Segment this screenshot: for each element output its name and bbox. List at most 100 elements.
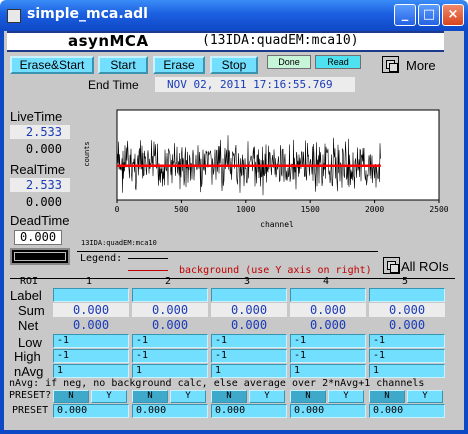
navg-note: nAvg: if neg, no background calc, else a…: [9, 378, 425, 389]
roi-sum-value-4: 0.000: [290, 303, 366, 317]
roi-preset-n-button-3[interactable]: N: [211, 390, 247, 403]
end-time-label: End Time: [88, 78, 139, 92]
pv-name: (13IDA:quadEM:mca10): [202, 33, 359, 48]
roi-label-input-5[interactable]: [369, 288, 445, 302]
dead-time-label: DeadTime: [10, 213, 70, 228]
x-tick-label: 1500: [301, 205, 320, 214]
roi-navg-input-2[interactable]: 1: [132, 364, 208, 378]
roi-label-row-label: Label: [10, 288, 42, 303]
roi-preset-n-button-4[interactable]: N: [290, 390, 326, 403]
roi-net-row-label: Net: [18, 318, 39, 333]
roi-navg-row-label: nAvg: [14, 364, 44, 379]
window-title: simple_mca.adl: [27, 6, 148, 22]
x-tick-label: 2500: [429, 205, 448, 214]
roi-label-input-1[interactable]: [53, 288, 129, 302]
roi-preset-input-2[interactable]: 0.000: [132, 404, 208, 418]
roi-high-input-3[interactable]: -1: [211, 349, 287, 363]
roi-label-input-4[interactable]: [290, 288, 366, 302]
roi-net-value-5: 0.000: [388, 318, 426, 332]
dead-time-value: 0.000: [14, 230, 62, 245]
roi-navg-input-4[interactable]: 1: [290, 364, 366, 378]
more-display-icon[interactable]: [382, 56, 399, 73]
plot-footer: 13IDA:quadEM:mca10: [81, 239, 157, 247]
roi-sum-value-2: 0.000: [132, 303, 208, 317]
legend-label: Legend:: [80, 253, 123, 264]
close-button[interactable]: ×: [442, 4, 464, 26]
roi-preset-input-4[interactable]: 0.000: [290, 404, 366, 418]
roi-low-input-5[interactable]: -1: [369, 334, 445, 348]
erase-start-button[interactable]: Erase&Start: [10, 56, 94, 74]
roi-preset-n-button-5[interactable]: N: [369, 390, 405, 403]
roi-preset-input-1[interactable]: 0.000: [53, 404, 129, 418]
live-time-preset: 0.000: [25, 142, 62, 156]
roi-preset-n-button-2[interactable]: N: [132, 390, 168, 403]
status-read: Read: [315, 55, 361, 69]
roi-col-3: 3: [244, 276, 251, 287]
real-time-value: 2.533: [10, 178, 70, 192]
x-tick-label: 1000: [236, 205, 255, 214]
app-icon: [7, 9, 21, 23]
roi-net-value-4: 0.000: [309, 318, 347, 332]
x-tick-label: 2000: [365, 205, 384, 214]
header-rule-bottom: [7, 50, 444, 52]
roi-navg-input-5[interactable]: 1: [369, 364, 445, 378]
roi-preset-y-button-1[interactable]: Y: [91, 390, 127, 403]
all-rois-display-icon[interactable]: [383, 257, 400, 274]
roi-header: ROI: [20, 276, 39, 287]
status-done: Done: [267, 55, 311, 69]
x-tick-label: 0: [115, 205, 120, 214]
roi-net-value-2: 0.000: [151, 318, 189, 332]
live-time-value: 2.533: [10, 125, 70, 139]
legend-line-red: [128, 270, 168, 271]
roi-low-input-3[interactable]: -1: [211, 334, 287, 348]
preset-label: PRESET: [12, 405, 49, 416]
start-button[interactable]: Start: [98, 56, 148, 74]
roi-preset-y-button-5[interactable]: Y: [407, 390, 443, 403]
roi-sum-row-label: Sum: [18, 303, 45, 318]
roi-sum-value-1: 0.000: [53, 303, 129, 317]
roi-high-input-1[interactable]: -1: [53, 349, 129, 363]
roi-low-input-4[interactable]: -1: [290, 334, 366, 348]
minimize-button[interactable]: _: [394, 4, 416, 26]
roi-low-row-label: Low: [18, 335, 42, 350]
roi-navg-input-3[interactable]: 1: [211, 364, 287, 378]
erase-button[interactable]: Erase: [153, 56, 205, 74]
roi-high-input-4[interactable]: -1: [290, 349, 366, 363]
preset-question-label: PRESET?: [9, 390, 52, 401]
roi-preset-y-button-3[interactable]: Y: [249, 390, 285, 403]
roi-col-4: 4: [323, 276, 330, 287]
roi-label-input-2[interactable]: [132, 288, 208, 302]
maximize-button[interactable]: □: [418, 4, 440, 26]
roi-net-value-3: 0.000: [230, 318, 268, 332]
page-title: asynMCA: [68, 32, 149, 50]
more-label: More: [406, 58, 436, 73]
legend-line-black: [128, 258, 168, 259]
roi-preset-y-button-4[interactable]: Y: [328, 390, 364, 403]
legend-background-entry: background (use Y axis on right): [179, 265, 372, 276]
live-time-label: LiveTime: [10, 109, 63, 124]
roi-high-input-2[interactable]: -1: [132, 349, 208, 363]
real-time-preset: 0.000: [25, 195, 62, 209]
roi-sum-value-3: 0.000: [211, 303, 287, 317]
end-time-value: NOV 02, 2011 17:16:55.769: [155, 77, 355, 92]
mca-spectrum-chart[interactable]: 0 500 1000 1500 2000 2500 counts channel 13ID…: [77, 94, 458, 249]
roi-low-input-1[interactable]: -1: [53, 334, 129, 348]
all-rois-label: All ROIs: [401, 259, 449, 274]
real-time-label: RealTime: [10, 162, 66, 177]
roi-net-value-1: 0.000: [72, 318, 110, 332]
roi-preset-input-3[interactable]: 0.000: [211, 404, 287, 418]
roi-divider: [10, 278, 455, 279]
roi-high-row-label: High: [14, 349, 41, 364]
roi-preset-n-button-1[interactable]: N: [53, 390, 89, 403]
roi-preset-y-button-2[interactable]: Y: [170, 390, 206, 403]
roi-label-input-3[interactable]: [211, 288, 287, 302]
stop-button[interactable]: Stop: [210, 56, 258, 74]
roi-col-2: 2: [165, 276, 172, 287]
roi-navg-input-1[interactable]: 1: [53, 364, 129, 378]
roi-low-input-2[interactable]: -1: [132, 334, 208, 348]
y-axis-label: counts: [83, 141, 91, 166]
x-axis-label: channel: [260, 220, 294, 229]
roi-sum-value-5: 0.000: [369, 303, 445, 317]
roi-preset-input-5[interactable]: 0.000: [369, 404, 445, 418]
roi-high-input-5[interactable]: -1: [369, 349, 445, 363]
